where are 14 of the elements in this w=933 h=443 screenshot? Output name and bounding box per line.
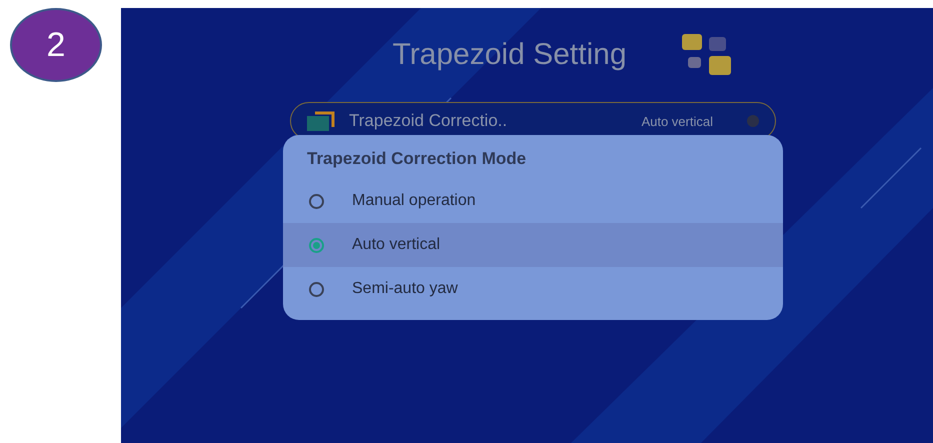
mode-option[interactable]: Semi-auto yaw xyxy=(283,267,783,311)
mode-option[interactable]: Auto vertical xyxy=(283,223,783,267)
radio-button[interactable] xyxy=(309,282,324,296)
dialog-title: Trapezoid Correction Mode xyxy=(307,149,528,169)
mode-option[interactable]: Manual operation xyxy=(283,179,783,223)
setting-value: Auto vertical xyxy=(641,114,713,128)
screen-title: Trapezoid Setting xyxy=(392,38,627,72)
radio-button[interactable] xyxy=(309,194,324,208)
squares-logo-icon xyxy=(682,34,732,76)
trapezoid-icon xyxy=(307,111,335,131)
step-number-badge: 2 xyxy=(10,8,102,82)
radio-button[interactable] xyxy=(309,238,324,252)
dot-icon xyxy=(747,115,759,127)
setting-label: Trapezoid Correctio.. xyxy=(349,111,508,131)
